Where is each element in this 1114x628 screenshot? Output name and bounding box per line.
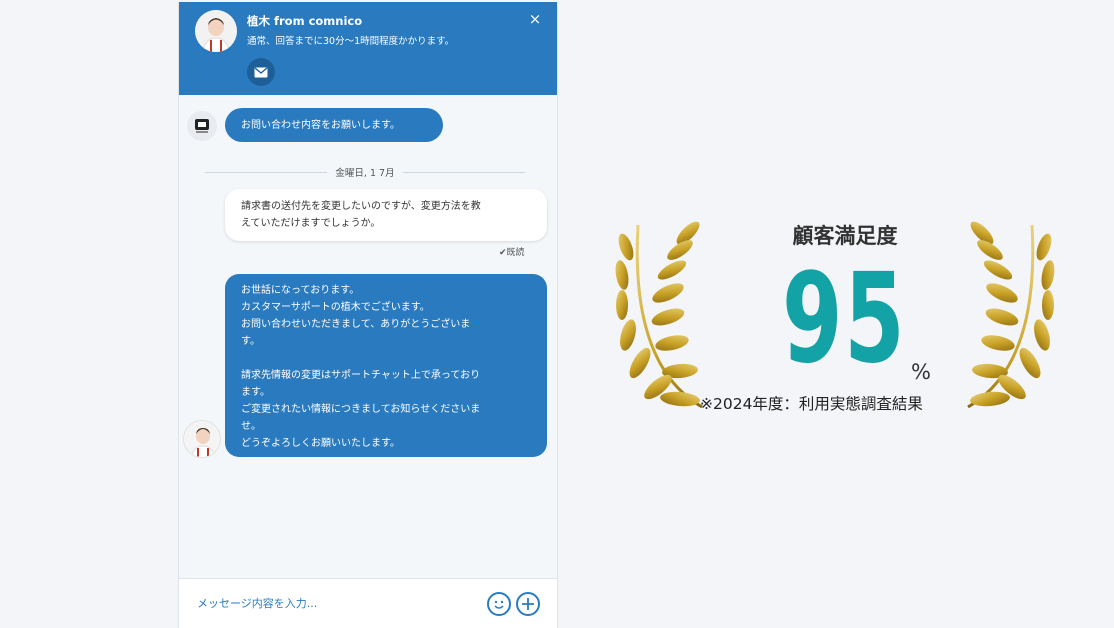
close-icon[interactable]: × xyxy=(526,10,544,28)
emoji-icon xyxy=(494,600,504,609)
bot-avatar xyxy=(187,111,217,141)
plus-icon xyxy=(522,598,534,610)
reply-line: お世話になっております。 xyxy=(241,285,360,296)
chat-widget: 植木 from comnico 通常、回答までに30分〜1時間程度かかります。 … xyxy=(178,2,558,628)
message-input-bar: メッセージ内容を入力... xyxy=(179,578,557,628)
agent-reply-bubble: お世話になっております。 カスタマーサポートの植木でございます。 お問い合わせい… xyxy=(225,274,547,457)
date-separator: 金曜日, 1 7月 xyxy=(205,162,525,182)
user-message-bubble: 請求書の送付先を変更したいのですが、変更方法を教 えていただけますでしょうか。 xyxy=(225,189,547,241)
agent-avatar-header xyxy=(195,10,237,52)
mail-button[interactable] xyxy=(247,58,275,86)
agent-avatar xyxy=(183,420,221,458)
reply-line: ます。 xyxy=(241,387,270,398)
mail-icon xyxy=(254,66,268,77)
reply-line: ご変更されたい情報につきましてお知らせくださいま xyxy=(241,404,481,415)
date-label: 金曜日, 1 7月 xyxy=(327,168,403,179)
message-input[interactable]: メッセージ内容を入力... xyxy=(197,595,317,611)
reply-line xyxy=(241,350,531,367)
satisfaction-unit: % xyxy=(911,360,931,384)
satisfaction-badge: 顧客満足度 95 % ※2024年度：利用実態調査結果 xyxy=(610,210,1060,430)
chat-header: 植木 from comnico 通常、回答までに30分〜1時間程度かかります。 … xyxy=(179,2,557,95)
agent-name: 植木 from comnico xyxy=(247,14,363,28)
response-time-status: 通常、回答までに30分〜1時間程度かかります。 xyxy=(247,36,455,47)
satisfaction-title: 顧客満足度 xyxy=(792,224,898,248)
reply-line: お問い合わせいただきまして、ありがとうございま xyxy=(241,319,471,330)
add-button[interactable] xyxy=(516,592,540,616)
survey-note: ※2024年度：利用実態調査結果 xyxy=(700,395,923,413)
user-message-line: 請求書の送付先を変更したいのですが、変更方法を教 xyxy=(241,201,481,212)
reply-line: す。 xyxy=(241,336,260,347)
reply-line: カスタマーサポートの植木でございます。 xyxy=(241,302,430,313)
reply-line: 請求先情報の変更はサポートチャット上で承っており xyxy=(241,370,481,381)
emoji-button[interactable] xyxy=(487,592,511,616)
satisfaction-value: 95 xyxy=(782,247,907,391)
user-message-line: えていただけますでしょうか。 xyxy=(241,218,381,229)
reply-line: どうぞよろしくお願いいたします。 xyxy=(241,438,400,449)
bot-message-bubble: お問い合わせ内容をお願いします。 xyxy=(225,108,443,142)
read-receipt: ✔既読 xyxy=(499,248,525,258)
reply-line: せ。 xyxy=(241,421,261,432)
